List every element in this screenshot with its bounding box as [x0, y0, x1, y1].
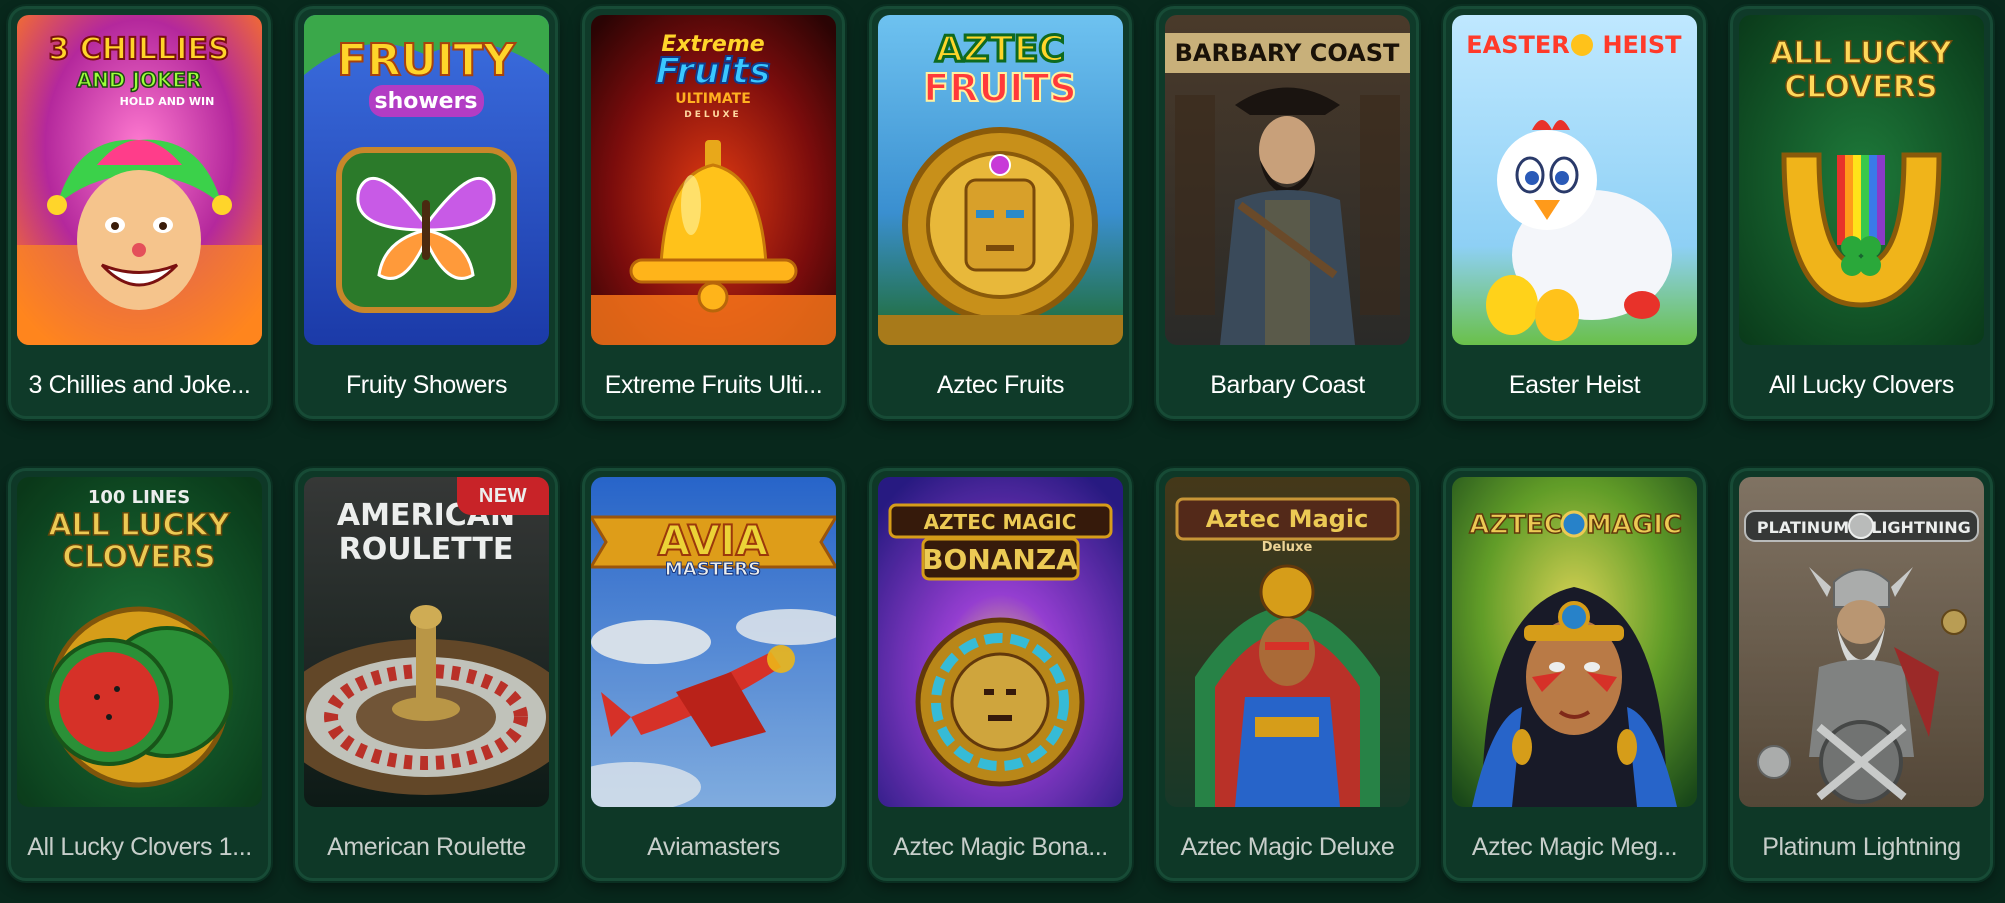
game-thumbnail: AZTEC MAGIC BONANZA [878, 477, 1123, 807]
art-subtitle: CLOVERS [62, 540, 215, 575]
game-thumbnail: ALL LUCKY CLOVERS [1739, 15, 1984, 345]
game-thumbnail: AVIA MASTERS [591, 477, 836, 807]
game-title: All Lucky Clovers 1... [27, 833, 252, 861]
game-row: 3 CHILLIES AND JOKER HOLD AND WIN 3 Chil… [8, 6, 1993, 419]
game-thumbnail: AZTEC MAGIC [1452, 477, 1697, 807]
game-thumbnail: Extreme Fruits ULTIMATE DELUXE [591, 15, 836, 345]
art-subtitle: MAGIC [1586, 510, 1682, 540]
art-title: 3 CHILLIES [48, 32, 229, 67]
game-title: Aztec Magic Meg... [1471, 833, 1678, 861]
game-title: Aztec Fruits [936, 371, 1065, 399]
game-thumbnail: 100 LINES ALL LUCKY CLOVERS [17, 477, 262, 807]
game-card-easter-heist[interactable]: EASTER HEIST Easter Heist [1443, 6, 1706, 419]
game-card-all-lucky-clovers[interactable]: ALL LUCKY CLOVERS All Lucky Clovers [1730, 6, 1993, 419]
art-tagline-2: DELUXE [684, 110, 741, 120]
game-card-american-roulette[interactable]: AMERICAN ROULETTE NEW American Roulette [295, 468, 558, 881]
art-title: ALL LUCKY [48, 508, 231, 543]
game-grid: 3 CHILLIES AND JOKER HOLD AND WIN 3 Chil… [0, 0, 2005, 903]
game-thumbnail: AZTEC FRUITS [878, 15, 1123, 345]
game-card-all-lucky-clovers-100[interactable]: 100 LINES ALL LUCKY CLOVERS All Lucky Cl… [8, 468, 271, 881]
game-title: Aviamasters [647, 833, 780, 861]
art-title: PLATINUM [1757, 518, 1849, 537]
game-thumbnail: AMERICAN ROULETTE NEW [304, 477, 549, 807]
art-tagline: 100 LINES [88, 487, 190, 508]
art-subtitle: FRUITS [923, 66, 1077, 110]
art-subtitle: HEIST [1602, 31, 1682, 59]
game-title: American Roulette [327, 833, 526, 861]
art-title: Aztec Magic [1206, 505, 1369, 533]
art-subtitle: CLOVERS [1784, 70, 1937, 105]
art-subtitle: AND JOKER [77, 68, 202, 92]
game-card-aviamasters[interactable]: AVIA MASTERS Aviamasters [582, 468, 845, 881]
art-title: EASTER [1466, 31, 1570, 59]
game-card-3-chillies-and-joker[interactable]: 3 CHILLIES AND JOKER HOLD AND WIN 3 Chil… [8, 6, 271, 419]
game-thumbnail: Aztec Magic Deluxe [1165, 477, 1410, 807]
game-title: Aztec Magic Deluxe [1180, 833, 1395, 861]
game-card-platinum-lightning[interactable]: PLATINUM LIGHTNING Platinum Lightning [1730, 468, 1993, 881]
art-title: AVIA [658, 516, 769, 565]
game-card-aztec-magic-megaways[interactable]: AZTEC MAGIC Aztec Magic Meg... [1443, 468, 1706, 881]
game-card-aztec-fruits[interactable]: AZTEC FRUITS Aztec Fruits [869, 6, 1132, 419]
game-thumbnail: EASTER HEIST [1452, 15, 1697, 345]
art-title: AZTEC [1469, 510, 1563, 540]
art-tagline: ULTIMATE [675, 91, 751, 107]
game-title: All Lucky Clovers [1769, 371, 1954, 399]
art-subtitle: LIGHTNING [1871, 518, 1970, 537]
new-badge: NEW [457, 477, 549, 515]
art-title: AZTEC [935, 29, 1065, 70]
game-title: Platinum Lightning [1762, 833, 1961, 861]
art-tagline: HOLD AND WIN [120, 95, 215, 108]
game-title: Easter Heist [1508, 371, 1641, 399]
game-title: Extreme Fruits Ulti... [604, 371, 823, 399]
game-thumbnail: PLATINUM LIGHTNING [1739, 477, 1984, 807]
art-title: AZTEC MAGIC [924, 510, 1077, 534]
art-subtitle: Deluxe [1262, 540, 1313, 555]
game-thumbnail: FRUITY showers [304, 15, 549, 345]
art-subtitle: MASTERS [665, 559, 761, 580]
game-card-aztec-magic-deluxe[interactable]: Aztec Magic Deluxe Aztec Magic Deluxe [1156, 468, 1419, 881]
game-thumbnail: 3 CHILLIES AND JOKER HOLD AND WIN [17, 15, 262, 345]
art-title: BARBARY COAST [1175, 39, 1400, 67]
art-subtitle: ROULETTE [339, 532, 514, 567]
game-card-extreme-fruits[interactable]: Extreme Fruits ULTIMATE DELUXE Extreme F… [582, 6, 845, 419]
game-thumbnail: BARBARY COAST [1165, 15, 1410, 345]
game-title: Aztec Magic Bona... [893, 833, 1108, 861]
art-title: FRUITY [337, 35, 516, 86]
game-title: 3 Chillies and Joke... [28, 371, 251, 399]
art-title: ALL LUCKY [1770, 36, 1953, 71]
art-subtitle: BONANZA [922, 543, 1078, 576]
art-subtitle: Fruits [656, 51, 771, 92]
game-title: Barbary Coast [1210, 371, 1365, 399]
game-card-aztec-magic-bonanza[interactable]: AZTEC MAGIC BONANZA Aztec Magic Bona... [869, 468, 1132, 881]
game-card-barbary-coast[interactable]: BARBARY COAST Barbary Coast [1156, 6, 1419, 419]
game-row: 100 LINES ALL LUCKY CLOVERS All Lucky Cl… [8, 468, 1993, 881]
game-title: Fruity Showers [345, 371, 508, 399]
game-card-fruity-showers[interactable]: FRUITY showers Fruity Showers [295, 6, 558, 419]
art-subtitle: showers [374, 89, 477, 114]
